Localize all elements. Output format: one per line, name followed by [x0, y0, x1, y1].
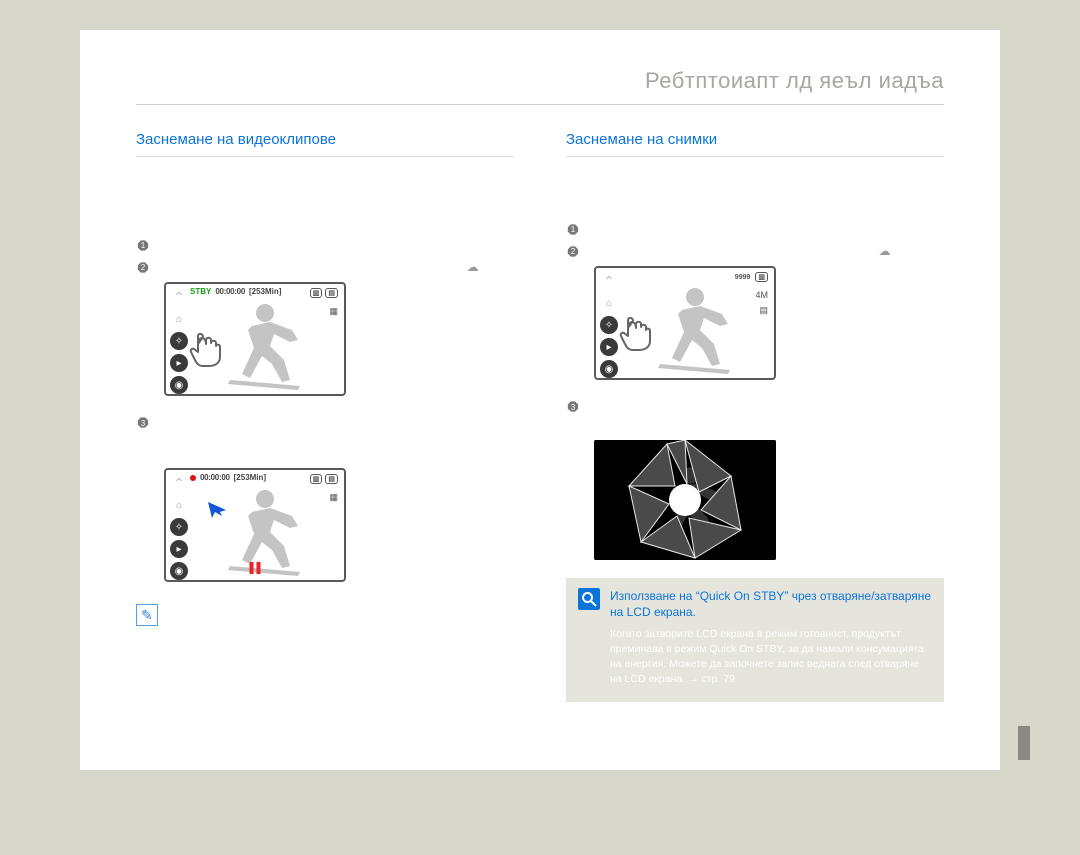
video-note-text: За повече информация относно записа на в…: [168, 600, 514, 628]
step-number-3: 3: [566, 400, 580, 414]
card-icon: ▤: [325, 288, 338, 298]
camera-screenshot-photo: ⌃ ⌂ ✧ ▸ ◉ 9999 ▥ 4M ▤: [594, 266, 944, 380]
remaining-text: [253Min]: [234, 473, 266, 482]
step-number-1: 1: [566, 223, 580, 237]
pointing-hand-icon: [184, 324, 228, 368]
page-title: Ребтптоиапт лд яеъл иадъа: [136, 68, 944, 105]
osd-status-rec: 00:00:00 [253Min]: [190, 473, 266, 482]
chevron-up-icon: ⌃: [170, 474, 188, 492]
columns: Заснемане на видеоклипове Вашият продукт…: [136, 131, 944, 702]
stby-label: STBY: [190, 287, 211, 296]
softkey-3: ◉: [170, 562, 188, 580]
record-dot-icon: [190, 475, 196, 481]
section-title-photo: Заснемане на снимки: [566, 131, 944, 157]
video-step-3: 3 Натиснете бутона [Старт/стоп на записа…: [136, 414, 514, 462]
photo-counter: 9999: [733, 274, 753, 281]
photo-step-2a: Изберете режим фото, като натиснете разд…: [590, 245, 877, 257]
step-number-2: 2: [566, 245, 580, 259]
softkey-3: ◉: [170, 376, 188, 394]
chevron-up-icon: ⌃: [600, 272, 618, 290]
chevron-up-icon: ⌃: [170, 288, 188, 306]
shutter-aperture-illustration: [594, 440, 776, 560]
quality-icon: ▦: [329, 492, 338, 503]
battery-icon: ▥: [310, 474, 323, 484]
timecode-text: 00:00:00: [200, 473, 230, 482]
home-softkey: ⌂: [170, 496, 188, 514]
softkey-2: ▸: [170, 540, 188, 558]
magnifier-q-icon: [578, 588, 600, 610]
callout-body: Когато затворите LCD екрана в режим гото…: [578, 627, 932, 688]
osd-top-right-2: ▥ ▤: [310, 474, 338, 484]
section-title-video: Заснемане на видеоклипове: [136, 131, 514, 157]
hud-right-2: ▦: [329, 492, 338, 503]
timecode-text: 00:00:00: [215, 287, 245, 296]
page-number-tab: [1018, 726, 1030, 760]
megapixel-label: 4M: [755, 290, 768, 300]
video-step-2: 2 Изберете режим на запис, като натиснет…: [136, 259, 514, 277]
softkey-1: ✧: [170, 518, 188, 536]
video-step-2-text: Изберете режим на запис, като натиснете …: [160, 259, 514, 277]
photo-step-1: 1 Отворете LCD екрана, за да включите пр…: [566, 221, 944, 237]
photo-step-3: 3 Леко натиснете бутона [PHOTO]. Когато …: [566, 398, 944, 430]
remaining-text: [253Min]: [249, 287, 281, 296]
photo-step-1-text: Отворете LCD екрана, за да включите прод…: [590, 221, 944, 237]
skater-silhouette: [222, 298, 308, 390]
osd-top-right-3: 9999 ▥: [733, 272, 768, 282]
camera-screenshot-stby: ⌃ ⌂ ✧ ▸ ◉ STBY 00:00:00 [253Min] ▥ ▤: [164, 282, 514, 396]
hud-right-3: 4M ▤: [755, 290, 768, 316]
photo-step-3-text: Леко натиснете бутона [PHOTO]. Когато пр…: [590, 398, 944, 430]
storage-icon: ▤: [759, 305, 768, 316]
video-step-3-text: Натиснете бутона [Старт/стоп на записа],…: [160, 414, 514, 462]
card-icon: ▤: [325, 474, 338, 484]
softkey-column-2: ⌃ ⌂ ✧ ▸ ◉: [170, 474, 188, 580]
video-step-2b: ).: [484, 261, 491, 273]
video-intro-text: Вашият продукт поддържа запис на видеокл…: [136, 171, 514, 219]
quality-icon: ▦: [329, 306, 338, 317]
pause-indicator-icon: [250, 562, 261, 574]
osd-status-stby: STBY 00:00:00 [253Min]: [190, 287, 281, 296]
photo-step-2b: ).: [896, 245, 903, 257]
quick-on-stby-callout: Използване на “Quick On STBY” чрез отвар…: [566, 578, 944, 701]
softkey-3: ◉: [600, 360, 618, 378]
video-step-1-text: Отворете LCD екрана, за да включите прод…: [160, 237, 514, 253]
osd-top-right: ▥ ▤: [310, 288, 338, 298]
pencil-note-icon: ✎: [136, 604, 158, 626]
manual-page: Ребтптоиапт лд яеъл иадъа Заснемане на в…: [80, 30, 1000, 770]
photo-step-2: 2 Изберете режим фото, като натиснете ра…: [566, 243, 944, 261]
pointing-hand-icon: [614, 308, 658, 352]
skater-silhouette: [222, 484, 308, 576]
battery-icon: ▥: [310, 288, 323, 298]
left-column: Заснемане на видеоклипове Вашият продукт…: [136, 131, 514, 702]
step-number-2: 2: [136, 261, 150, 275]
mode-tab-icon: ☁: [467, 259, 479, 276]
photo-intro-text: Можете да записвате снимки и да ги запис…: [566, 171, 944, 203]
callout-title: Използване на “Quick On STBY” чрез отвар…: [610, 588, 932, 620]
skater-silhouette: [652, 282, 738, 374]
step-number-3: 3: [136, 416, 150, 430]
video-note: ✎ За повече информация относно записа на…: [136, 600, 514, 628]
step-number-1: 1: [136, 239, 150, 253]
battery-icon: ▥: [755, 272, 768, 282]
camera-screenshot-rec: ⌃ ⌂ ✧ ▸ ◉ 00:00:00 [253Min] ▥ ▤: [164, 468, 514, 582]
video-step-2a: Изберете режим на запис, като натиснете …: [160, 261, 465, 273]
hud-right: ▦: [329, 306, 338, 317]
right-column: Заснемане на снимки Можете да записвате …: [566, 131, 944, 702]
video-step-1: 1 Отворете LCD екрана, за да включите пр…: [136, 237, 514, 253]
photo-step-2-text: Изберете режим фото, като натиснете разд…: [590, 243, 944, 261]
photo-mode-icon: ☁: [879, 243, 891, 260]
